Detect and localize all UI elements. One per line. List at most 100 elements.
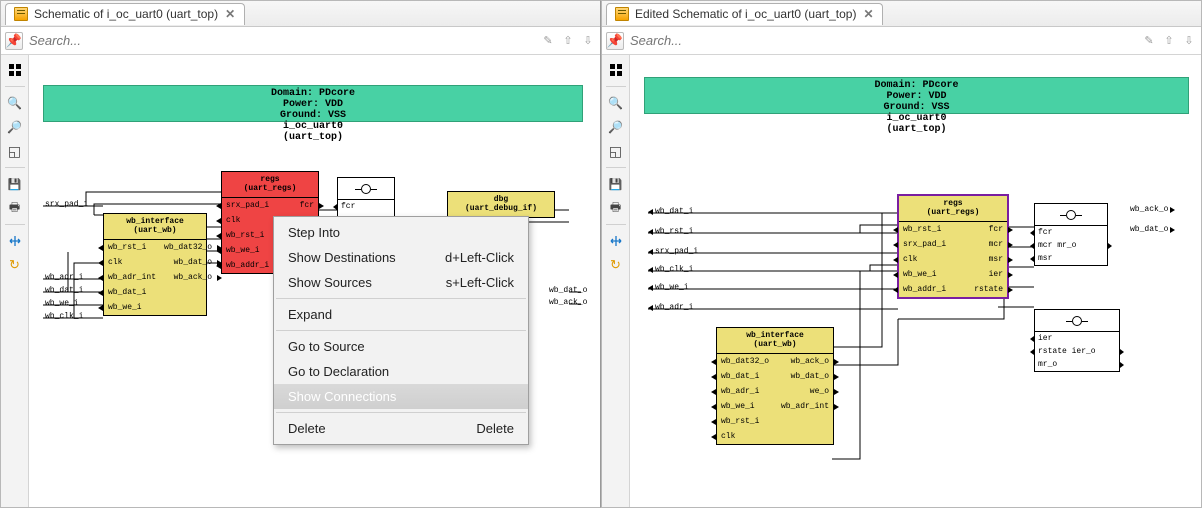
left-pane: Schematic of i_oc_uart0 (uart_top) ✕ 📌 ✎… bbox=[0, 0, 601, 508]
close-icon[interactable]: ✕ bbox=[224, 8, 236, 20]
port[interactable]: wb_rst_i bbox=[104, 240, 160, 255]
port: fcr bbox=[338, 200, 394, 213]
port[interactable]: wb_dat_o bbox=[777, 369, 833, 384]
ext-port: wb_clk_i bbox=[648, 265, 693, 274]
port[interactable]: wb_dat_i bbox=[104, 285, 160, 300]
port[interactable]: we_o bbox=[777, 384, 833, 399]
port[interactable]: wb_rst_i bbox=[899, 222, 970, 237]
search-input[interactable] bbox=[27, 29, 536, 52]
port[interactable]: rstate bbox=[970, 282, 1007, 297]
context-menu: Step Into Show Destinationsd+Left-Click … bbox=[273, 216, 529, 445]
arrows-icon[interactable] bbox=[4, 230, 26, 252]
arrow-down-icon[interactable]: ⇩ bbox=[1181, 33, 1197, 49]
schematic-canvas[interactable]: Domain: PDcore Power: VDD Ground: VSS i_… bbox=[630, 55, 1201, 507]
arrow-up-icon[interactable]: ⇧ bbox=[1161, 33, 1177, 49]
port[interactable]: wb_addr_i bbox=[899, 282, 970, 297]
port[interactable]: ier bbox=[970, 267, 1007, 282]
port[interactable]: wb_we_i bbox=[717, 399, 777, 414]
port[interactable]: wb_adr_i bbox=[717, 384, 777, 399]
domain-header: Domain: PDcore Power: VDD Ground: VSS bbox=[644, 77, 1189, 114]
port: rstate ier_o bbox=[1035, 345, 1119, 358]
ext-port: wb_dat_i bbox=[648, 207, 693, 216]
ext-port-label: wb_clk_i bbox=[45, 312, 83, 321]
grid-icon[interactable] bbox=[4, 59, 26, 81]
menu-expand[interactable]: Expand bbox=[274, 302, 528, 327]
port[interactable]: wb_adr_int bbox=[777, 399, 833, 414]
port[interactable]: wb_we_i bbox=[104, 300, 160, 315]
arrow-down-icon[interactable]: ⇩ bbox=[580, 33, 596, 49]
search-tools: ✎ ⇧ ⇩ bbox=[1141, 33, 1197, 49]
zoom-in-icon[interactable] bbox=[605, 92, 627, 114]
menu-go-to-declaration[interactable]: Go to Declaration bbox=[274, 359, 528, 384]
port[interactable]: clk bbox=[104, 255, 160, 270]
menu-go-to-source[interactable]: Go to Source bbox=[274, 334, 528, 359]
port[interactable]: wb_dat32_o bbox=[717, 354, 777, 369]
port[interactable]: wb_dat_o bbox=[160, 255, 216, 270]
tab-bar: Schematic of i_oc_uart0 (uart_top) ✕ bbox=[1, 1, 600, 27]
port[interactable]: srx_pad_i bbox=[222, 198, 296, 213]
port[interactable]: wb_ack_o bbox=[777, 354, 833, 369]
tab-edited-schematic[interactable]: Edited Schematic of i_oc_uart0 (uart_top… bbox=[606, 3, 883, 25]
port[interactable]: wb_we_i bbox=[899, 267, 970, 282]
menu-show-connections[interactable]: Show Connections bbox=[274, 384, 528, 409]
close-icon[interactable]: ✕ bbox=[862, 8, 874, 20]
ext-port: wb_dat_o bbox=[1130, 225, 1175, 234]
menu-separator bbox=[276, 330, 526, 331]
save-icon[interactable] bbox=[4, 173, 26, 195]
zoom-out-icon[interactable] bbox=[4, 116, 26, 138]
port[interactable]: wb_rst_i bbox=[717, 414, 777, 429]
port[interactable]: clk bbox=[717, 429, 777, 444]
ext-port-label: srx_pad_i bbox=[45, 200, 88, 209]
ext-port: wb_adr_i bbox=[648, 303, 693, 312]
block-wb-interface[interactable]: wb_interface (uart_wb) wb_rst_i clk wb_a… bbox=[103, 213, 207, 316]
port: fcr bbox=[1035, 226, 1107, 239]
port[interactable]: fcr bbox=[970, 222, 1007, 237]
buffer-icon bbox=[1066, 210, 1076, 220]
port[interactable]: wb_adr_int bbox=[104, 270, 160, 285]
block-title: regs (uart_regs) bbox=[899, 196, 1007, 222]
zoom-fit-icon[interactable] bbox=[4, 140, 26, 162]
right-pane: Edited Schematic of i_oc_uart0 (uart_top… bbox=[601, 0, 1202, 508]
pin-icon[interactable]: 📌 bbox=[606, 32, 624, 50]
search-input[interactable] bbox=[628, 29, 1137, 52]
arrows-icon[interactable] bbox=[605, 230, 627, 252]
pin-icon[interactable]: 📌 bbox=[5, 32, 23, 50]
block-regs[interactable]: regs (uart_regs) wb_rst_i srx_pad_i clk … bbox=[898, 195, 1008, 298]
zoom-fit-icon[interactable] bbox=[605, 140, 627, 162]
save-icon[interactable] bbox=[605, 173, 627, 195]
brush-icon[interactable]: ✎ bbox=[1141, 33, 1157, 49]
menu-show-sources[interactable]: Show Sourcess+Left-Click bbox=[274, 270, 528, 295]
print-icon[interactable] bbox=[605, 197, 627, 219]
menu-delete[interactable]: DeleteDelete bbox=[274, 416, 528, 441]
menu-step-into[interactable]: Step Into bbox=[274, 220, 528, 245]
port[interactable]: srx_pad_i bbox=[899, 237, 970, 252]
block-small[interactable]: fcr mcr mr_o msr bbox=[1034, 203, 1108, 266]
menu-show-destinations[interactable]: Show Destinationsd+Left-Click bbox=[274, 245, 528, 270]
schematic-canvas[interactable]: Domain: PDcore Power: VDD Ground: VSS i_… bbox=[29, 55, 600, 507]
port[interactable]: mcr bbox=[970, 237, 1007, 252]
block-dbg[interactable]: dbg (uart_debug_if) bbox=[447, 191, 555, 218]
port[interactable]: wb_dat_i bbox=[717, 369, 777, 384]
brush-icon[interactable]: ✎ bbox=[540, 33, 556, 49]
menu-separator bbox=[276, 298, 526, 299]
block-title: wb_interface (uart_wb) bbox=[104, 214, 206, 240]
block-wb-interface[interactable]: wb_interface (uart_wb) wb_dat32_o wb_dat… bbox=[716, 327, 834, 445]
port[interactable]: clk bbox=[899, 252, 970, 267]
port[interactable]: wb_dat32_o bbox=[160, 240, 216, 255]
print-icon[interactable] bbox=[4, 197, 26, 219]
tab-schematic[interactable]: Schematic of i_oc_uart0 (uart_top) ✕ bbox=[5, 3, 245, 25]
port: ier bbox=[1035, 332, 1119, 345]
ext-port: wb_rst_i bbox=[648, 227, 693, 236]
arrow-up-icon[interactable]: ⇧ bbox=[560, 33, 576, 49]
port[interactable]: wb_ack_o bbox=[160, 270, 216, 285]
refresh-icon[interactable] bbox=[4, 254, 26, 276]
port[interactable]: msr bbox=[970, 252, 1007, 267]
zoom-in-icon[interactable] bbox=[4, 92, 26, 114]
buffer-icon bbox=[1072, 316, 1082, 326]
port[interactable]: fcr bbox=[296, 198, 318, 213]
grid-icon[interactable] bbox=[605, 59, 627, 81]
zoom-out-icon[interactable] bbox=[605, 116, 627, 138]
block-small[interactable]: ier rstate ier_o mr_o bbox=[1034, 309, 1120, 372]
refresh-icon[interactable] bbox=[605, 254, 627, 276]
instance-title: i_oc_uart0 (uart_top) bbox=[43, 121, 583, 143]
